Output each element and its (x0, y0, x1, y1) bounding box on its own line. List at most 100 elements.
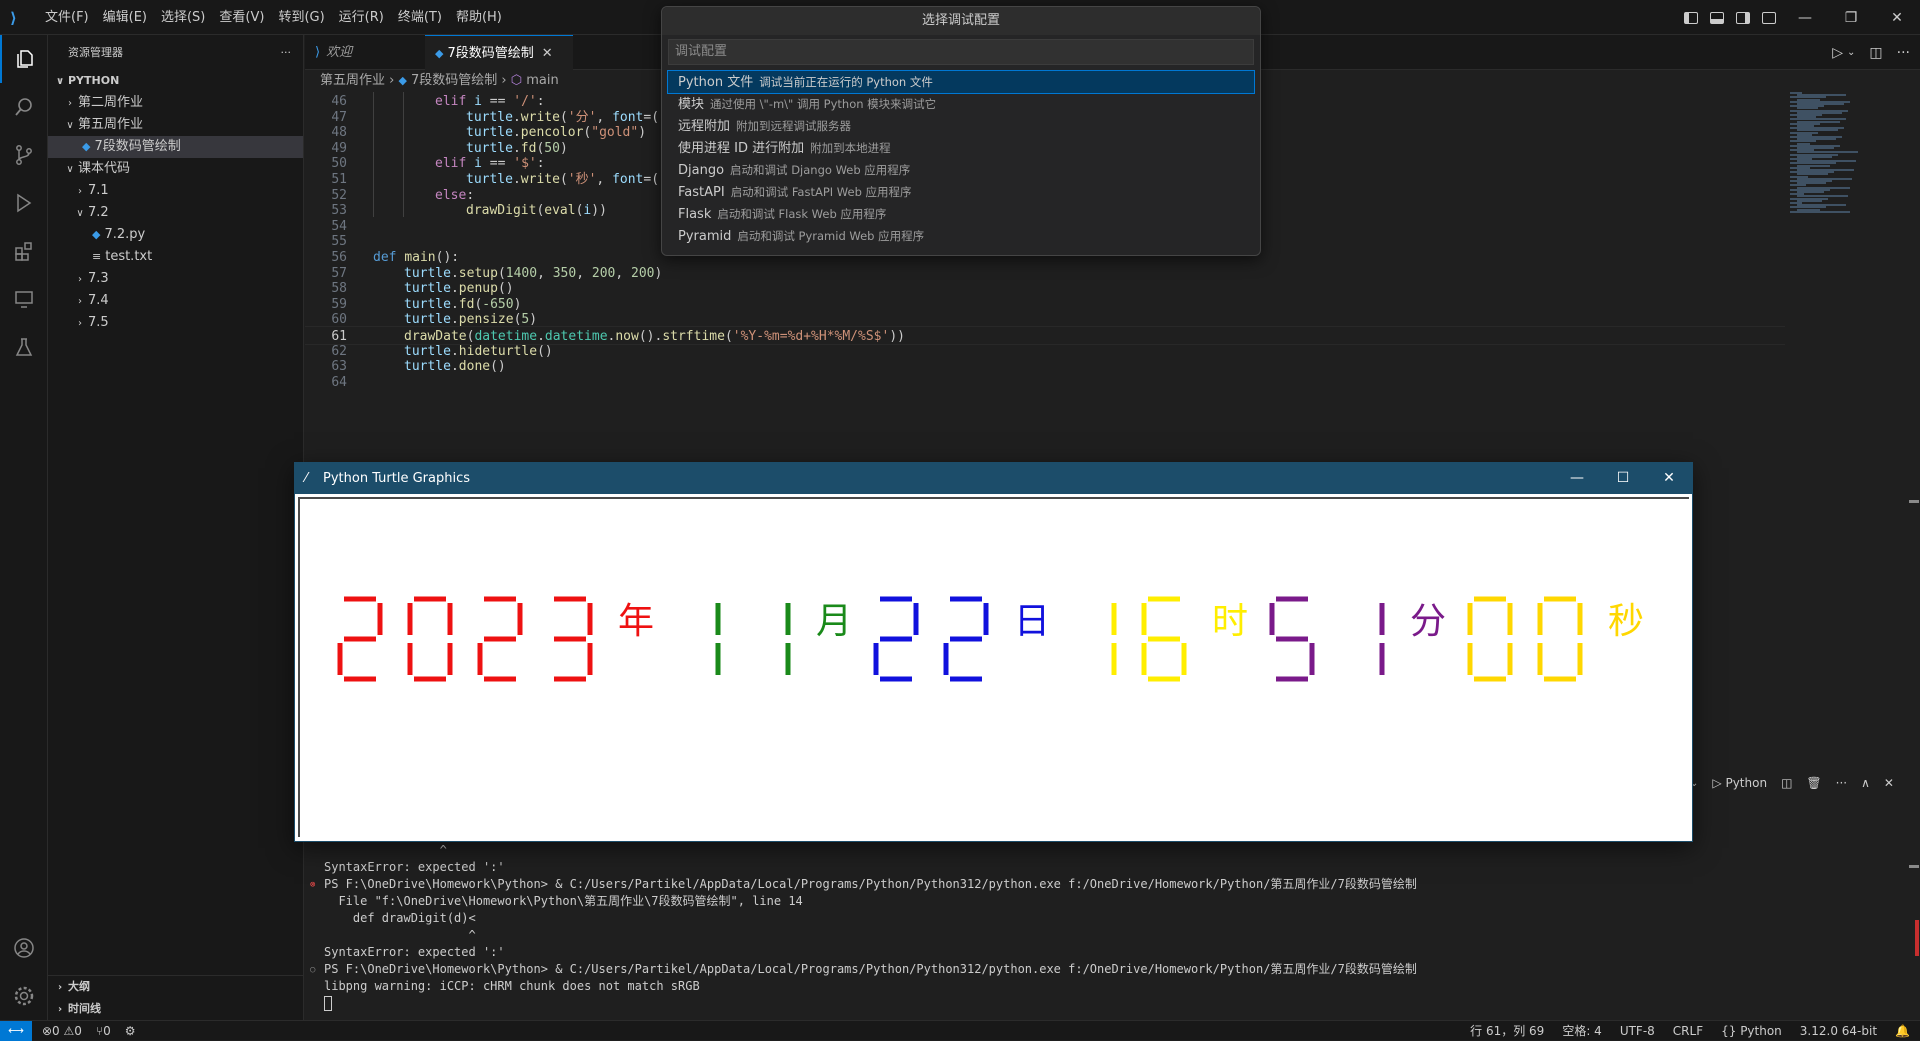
source-control-icon[interactable] (0, 131, 48, 179)
customize-layout-icon[interactable] (1756, 0, 1782, 35)
tree-item[interactable]: ◆ 7.2.py (48, 224, 303, 246)
indentation[interactable]: 空格: 4 (1562, 1021, 1602, 1041)
command-success-icon[interactable]: ○ (310, 965, 315, 975)
debug-config-option[interactable]: 远程附加 附加到远程调试服务器 (662, 115, 1260, 137)
tree-item[interactable]: › 7.4 (48, 290, 303, 312)
run-and-debug-icon[interactable] (0, 179, 48, 227)
toggle-secondary-sidebar-icon[interactable] (1730, 0, 1756, 35)
encoding[interactable]: UTF-8 (1620, 1021, 1655, 1041)
menu-item[interactable]: 文件(F) (38, 0, 96, 35)
outline-section[interactable]: › 大纲 (48, 976, 303, 998)
debug-config-option[interactable]: Flask 启动和调试 Flask Web 应用程序 (662, 203, 1260, 225)
debug-config-option[interactable]: Pyramid 启动和调试 Pyramid Web 应用程序 (662, 225, 1260, 247)
tree-item[interactable]: › 7.5 (48, 312, 303, 334)
debug-config-option[interactable]: FastAPI 启动和调试 FastAPI Web 应用程序 (662, 181, 1260, 203)
tree-item[interactable]: ∨ 课本代码 (48, 158, 303, 180)
accounts-icon[interactable] (0, 924, 48, 972)
terminal-selector[interactable]: ▷ Python (1712, 776, 1767, 790)
problems-status[interactable]: ⊗0 ⚠0 (42, 1021, 82, 1041)
debug-icon[interactable]: ⚙ (125, 1021, 136, 1041)
debug-config-option[interactable]: Python 文件 调试当前正在运行的 Python 文件 (667, 70, 1255, 94)
language-mode[interactable]: {} Python (1721, 1021, 1782, 1041)
cursor-position[interactable]: 行 61，列 69 (1470, 1021, 1544, 1041)
remote-explorer-icon[interactable] (0, 275, 48, 323)
tree-item[interactable]: ◆ 7段数码管绘制 (48, 136, 303, 158)
tree-item[interactable]: ∨ PYTHON (48, 70, 303, 92)
seven-segment-drawing: 年月日时分秒 (337, 596, 1644, 682)
more-actions-icon[interactable]: ··· (281, 35, 292, 70)
timeline-section[interactable]: › 时间线 (48, 998, 303, 1020)
menu-item[interactable]: 终端(T) (391, 0, 449, 35)
manage-gear-icon[interactable] (0, 972, 48, 1020)
tree-item[interactable]: ≡ test.txt (48, 246, 303, 268)
extensions-icon[interactable] (0, 227, 48, 275)
code-line[interactable]: 64 (305, 373, 1785, 392)
date-unit-char: 日 (1014, 601, 1050, 642)
editor-more-icon[interactable]: ··· (1897, 45, 1910, 61)
close-button[interactable]: ✕ (1646, 463, 1692, 494)
option-description: 调试当前正在运行的 Python 文件 (759, 75, 933, 89)
close-button[interactable]: ✕ (1874, 0, 1920, 35)
debug-config-option[interactable]: Django 启动和调试 Django Web 应用程序 (662, 159, 1260, 181)
kill-terminal-icon[interactable]: 🗑 (1806, 776, 1821, 790)
tab-label: 7段数码管绘制 (447, 46, 534, 61)
notifications-bell-icon[interactable]: 🔔 (1895, 1021, 1910, 1041)
split-terminal-icon[interactable]: ◫ (1781, 776, 1792, 790)
option-description: 启动和调试 Pyramid Web 应用程序 (737, 229, 925, 243)
testing-icon[interactable] (0, 323, 48, 371)
tree-item[interactable]: ∨ 第五周作业 (48, 114, 303, 136)
turtle-window-controls: — ☐ ✕ (1554, 463, 1692, 494)
close-tab-icon[interactable]: ✕ (542, 46, 553, 61)
remote-indicator-icon[interactable]: ⟷ (0, 1021, 32, 1041)
panel-more-icon[interactable]: ··· (1836, 776, 1847, 790)
minimap[interactable] (1790, 92, 1880, 222)
breadcrumb-file[interactable]: 7段数码管绘制 (411, 73, 497, 88)
restore-button[interactable]: ❐ (1828, 0, 1874, 35)
explorer-header: 资源管理器 ··· (48, 35, 303, 70)
search-icon[interactable] (0, 83, 48, 131)
breadcrumb-symbol[interactable]: main (526, 73, 558, 88)
menu-item[interactable]: 帮助(H) (449, 0, 509, 35)
minimize-button[interactable]: — (1782, 0, 1828, 35)
date-unit-char: 时 (1212, 601, 1248, 642)
run-dropdown-chevron-icon[interactable]: ⌄ (1847, 47, 1855, 58)
debug-config-option[interactable]: 模块 通过使用 \"-m\" 调用 Python 模块来调试它 (662, 93, 1260, 115)
end-of-line[interactable]: CRLF (1673, 1021, 1703, 1041)
explorer-icon[interactable] (0, 35, 48, 83)
tree-item[interactable]: › 第二周作业 (48, 92, 303, 114)
toggle-primary-sidebar-icon[interactable] (1678, 0, 1704, 35)
sidebar-bottom-sections: › 大纲 › 时间线 (48, 975, 303, 1020)
menu-item[interactable]: 查看(V) (212, 0, 271, 35)
vscode-logo-icon: ⟩ (10, 9, 17, 27)
run-python-file-icon[interactable]: ▷ (1832, 45, 1843, 61)
tree-item[interactable]: › 7.1 (48, 180, 303, 202)
maximize-button[interactable]: ☐ (1600, 463, 1646, 494)
python-interpreter[interactable]: 3.12.0 64-bit (1800, 1021, 1877, 1041)
minimize-button[interactable]: — (1554, 463, 1600, 494)
menu-item[interactable]: 选择(S) (154, 0, 212, 35)
feather-icon: ⁄ (305, 471, 308, 486)
menu-item[interactable]: 运行(R) (332, 0, 391, 35)
tree-item[interactable]: › 7.3 (48, 268, 303, 290)
breadcrumb-folder[interactable]: 第五周作业 (320, 73, 385, 88)
maximize-panel-icon[interactable]: ∧ (1861, 776, 1870, 790)
date-unit-char: 分 (1410, 601, 1446, 642)
ports-status[interactable]: ⑂0 (96, 1021, 111, 1041)
option-description: 启动和调试 Django Web 应用程序 (730, 163, 911, 177)
terminal[interactable]: ^ SyntaxError: expected ':' ⊗ PS F:\OneDriv… (305, 842, 1890, 1020)
close-panel-icon[interactable]: ✕ (1884, 776, 1894, 790)
tab-welcome[interactable]: ⟩ 欢迎 (305, 35, 415, 70)
tab-7-segment[interactable]: ◆ 7段数码管绘制 ✕ (425, 35, 573, 70)
debug-config-option[interactable]: 使用进程 ID 进行附加 附加到本地进程 (662, 137, 1260, 159)
command-failed-icon[interactable]: ⊗ (310, 880, 315, 890)
quick-pick-input[interactable]: 调试配置 (668, 39, 1254, 65)
turtle-canvas[interactable]: 年月日时分秒 (298, 497, 1689, 837)
menu-item[interactable]: 编辑(E) (96, 0, 154, 35)
option-label: Flask (678, 207, 712, 222)
terminal-cursor[interactable] (324, 995, 332, 1012)
split-editor-icon[interactable]: ◫ (1869, 45, 1882, 61)
editor-scrollbar[interactable] (1905, 70, 1919, 1040)
tree-item[interactable]: ∨ 7.2 (48, 202, 303, 224)
menu-item[interactable]: 转到(G) (271, 0, 331, 35)
toggle-panel-icon[interactable] (1704, 0, 1730, 35)
